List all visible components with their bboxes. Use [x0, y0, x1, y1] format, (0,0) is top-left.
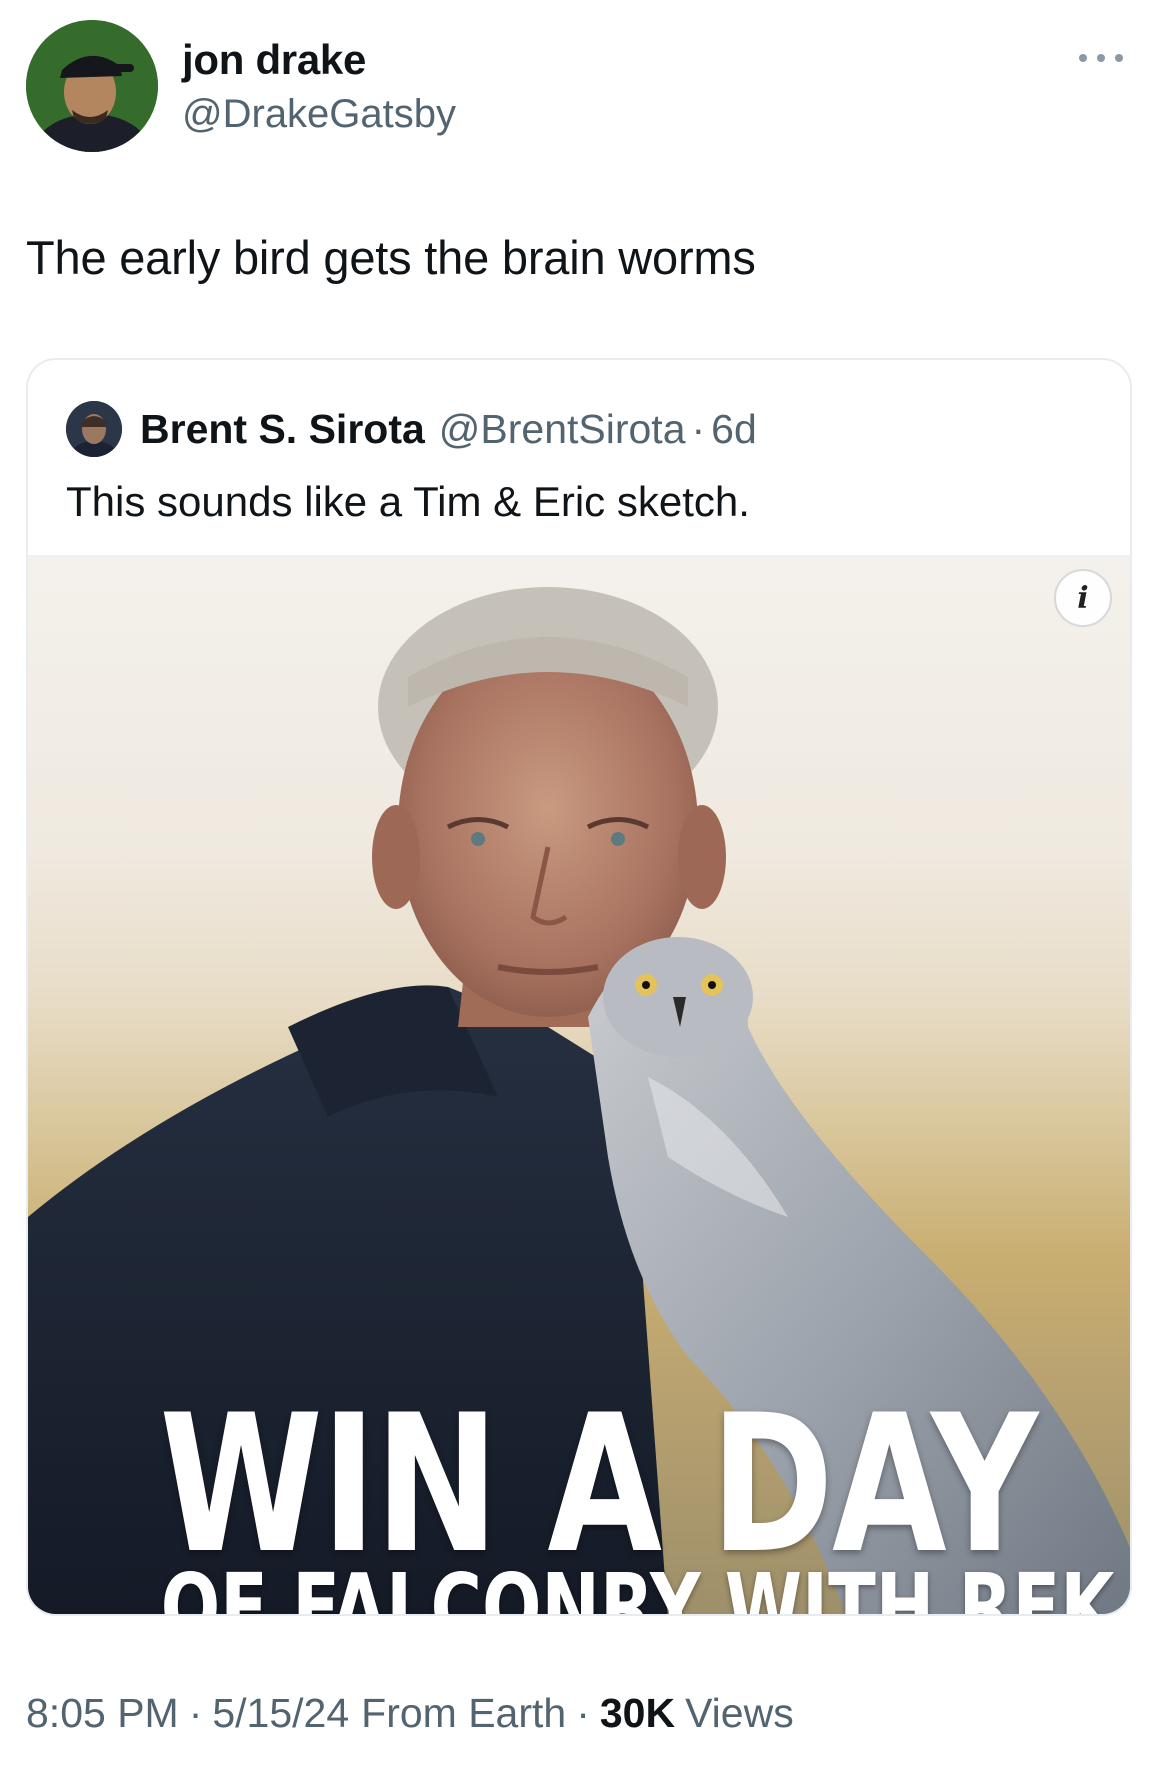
quoted-author-name[interactable]: Brent S. Sirota — [140, 406, 425, 453]
views-count: 30K — [599, 1690, 676, 1736]
author-avatar[interactable] — [26, 20, 158, 152]
post-source: From Earth — [361, 1690, 567, 1736]
quoted-tweet-header: Brent S. Sirota @BrentSirota · 6d — [66, 400, 757, 458]
post-time[interactable]: 8:05 PM — [26, 1690, 179, 1737]
meta-separator: · — [188, 1690, 203, 1736]
tweet-meta: 8:05 PM · 5/15/24 From Earth · 30K Views — [26, 1690, 794, 1737]
author-handle[interactable]: @DrakeGatsby — [182, 92, 456, 137]
tweet-header: jon drake @DrakeGatsby — [0, 0, 1170, 170]
quoted-author-handle[interactable]: @BrentSirota — [439, 406, 686, 453]
quoted-separator: · — [691, 405, 706, 452]
quoted-tweet-card[interactable]: Brent S. Sirota @BrentSirota · 6d This s… — [26, 358, 1132, 1616]
avatar-portrait-icon — [26, 20, 158, 152]
quoted-author-avatar[interactable] — [66, 401, 122, 457]
promo-subheadline: OF FALCONRY WITH RFK JR. — [160, 1554, 1130, 1616]
info-icon[interactable]: i — [1054, 569, 1112, 627]
more-options-button[interactable] — [1066, 38, 1136, 78]
quoted-media-image[interactable]: i WIN A DAY OF FALCONRY WITH RFK JR. — [28, 555, 1130, 1616]
quoted-tweet-text: This sounds like a Tim & Eric sketch. — [66, 478, 750, 525]
author-name[interactable]: jon drake — [182, 36, 366, 84]
tweet-text: The early bird gets the brain worms — [26, 231, 756, 284]
views-label: Views — [685, 1690, 794, 1736]
post-date[interactable]: 5/15/24 — [212, 1690, 349, 1737]
more-horizontal-icon — [1079, 54, 1123, 62]
quoted-avatar-portrait-icon — [66, 401, 122, 457]
quoted-timestamp[interactable]: 6d — [711, 406, 757, 453]
meta-separator-2: · — [576, 1690, 590, 1736]
promo-headline: WIN A DAY — [159, 1374, 1038, 1595]
